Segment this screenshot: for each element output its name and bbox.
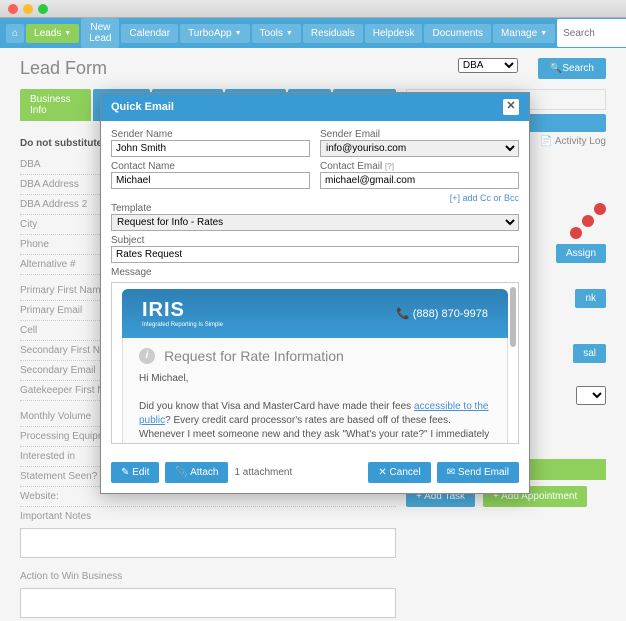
edit-button[interactable]: ✎ Edit	[111, 462, 159, 483]
window-close-dot[interactable]	[8, 4, 18, 14]
nav-new-lead[interactable]: New Lead	[81, 18, 119, 48]
top-nav: ⌂ Leads ▼ New Lead Calendar TurboApp ▼ T…	[0, 18, 626, 48]
email-preview: IRIS Integrated Reporting Is Simple 📞 (8…	[111, 282, 519, 444]
sal-button[interactable]: sal	[573, 344, 606, 363]
modal-title: Quick Email	[111, 101, 174, 113]
nav-calendar[interactable]: Calendar	[121, 24, 178, 43]
delete-icon[interactable]	[594, 203, 606, 215]
contact-email-input[interactable]	[320, 172, 519, 189]
preview-scrollbar[interactable]	[510, 287, 516, 347]
envelope-icon: ✉	[447, 467, 455, 478]
attach-button[interactable]: 📎 Attach	[165, 462, 228, 483]
sender-name-input[interactable]	[111, 140, 310, 157]
iris-tagline: Integrated Reporting Is Simple	[142, 322, 223, 328]
phone-icon: 📞	[396, 308, 410, 320]
nav-residuals[interactable]: Residuals	[303, 24, 363, 43]
pencil-icon: ✎	[121, 467, 129, 478]
global-search-input[interactable]	[557, 19, 626, 47]
sender-email-label: Sender Email	[320, 129, 519, 140]
send-email-button[interactable]: ✉ Send Email	[437, 462, 519, 483]
note-icon: 📄	[540, 136, 552, 147]
sender-email-select[interactable]: info@youriso.com	[320, 140, 519, 157]
nav-turboapp[interactable]: TurboApp ▼	[180, 24, 249, 43]
quick-email-modal: Quick Email ✕ Sender Name Sender Email i…	[100, 92, 530, 494]
dba-select[interactable]: DBA	[458, 58, 518, 73]
page-title: Lead Form	[20, 58, 107, 79]
nav-leads[interactable]: Leads ▼	[26, 24, 79, 43]
delete-icon[interactable]	[570, 227, 582, 239]
paperclip-icon: 📎	[175, 467, 187, 478]
modal-close-button[interactable]: ✕	[503, 99, 519, 115]
assign-button[interactable]: Assign	[556, 244, 606, 263]
window-minimize-dot[interactable]	[23, 4, 33, 14]
help-icon[interactable]: [?]	[385, 162, 394, 171]
close-icon: ✕	[378, 467, 386, 478]
template-label: Template	[111, 203, 519, 214]
sender-name-label: Sender Name	[111, 129, 310, 140]
caret-down-icon: ▼	[286, 30, 293, 37]
window-chrome	[0, 0, 626, 18]
caret-down-icon: ▼	[235, 30, 242, 37]
close-icon: ✕	[506, 100, 515, 112]
caret-down-icon: ▼	[540, 30, 547, 37]
contact-name-label: Contact Name	[111, 161, 310, 172]
modal-header: Quick Email ✕	[101, 93, 529, 121]
modal-footer: ✎ Edit 📎 Attach 1 attachment ✕ Cancel ✉ …	[101, 452, 529, 493]
field-action-to-win: Action to Win Business	[20, 567, 396, 586]
field-important-notes: Important Notes	[20, 507, 396, 526]
iris-logo: IRIS	[142, 299, 185, 321]
contact-name-input[interactable]	[111, 172, 310, 189]
nav-manage[interactable]: Manage ▼	[493, 24, 555, 43]
lead-search-button[interactable]: 🔍Search	[538, 58, 606, 79]
caret-down-icon: ▼	[64, 30, 71, 37]
email-preview-body: Hi Michael, Did you know that Visa and M…	[139, 372, 491, 444]
search-icon: 🔍	[550, 63, 562, 74]
template-select[interactable]: Request for Info - Rates	[111, 214, 519, 231]
attachment-count: 1 attachment	[234, 467, 292, 478]
important-notes-textarea[interactable]	[20, 528, 396, 558]
banner-phone: 📞 (888) 870-9978	[396, 307, 488, 320]
home-button[interactable]: ⌂	[6, 24, 24, 43]
cancel-button[interactable]: ✕ Cancel	[368, 462, 430, 483]
nav-helpdesk[interactable]: Helpdesk	[365, 24, 423, 43]
tab-business-info[interactable]: Business Info	[20, 89, 91, 121]
email-preview-heading: Request for Rate Information	[164, 348, 344, 364]
home-icon: ⌂	[12, 28, 18, 39]
nav-tools[interactable]: Tools ▼	[252, 24, 301, 43]
message-label: Message	[111, 267, 519, 278]
nav-documents[interactable]: Documents	[424, 24, 491, 43]
email-banner: IRIS Integrated Reporting Is Simple 📞 (8…	[122, 289, 508, 338]
page-header: Lead Form DBA 🔍Search	[0, 48, 626, 89]
right-small-select[interactable]	[576, 386, 606, 405]
contact-email-label: Contact Email [?]	[320, 161, 519, 172]
subject-input[interactable]	[111, 246, 519, 263]
add-cc-bcc-link[interactable]: [+] add Cc or Bcc	[450, 193, 519, 203]
window-zoom-dot[interactable]	[38, 4, 48, 14]
nk-button[interactable]: nk	[575, 289, 606, 308]
subject-label: Subject	[111, 235, 519, 246]
info-icon: i	[139, 348, 155, 364]
delete-icon[interactable]	[582, 215, 594, 227]
action-to-win-textarea[interactable]	[20, 588, 396, 618]
